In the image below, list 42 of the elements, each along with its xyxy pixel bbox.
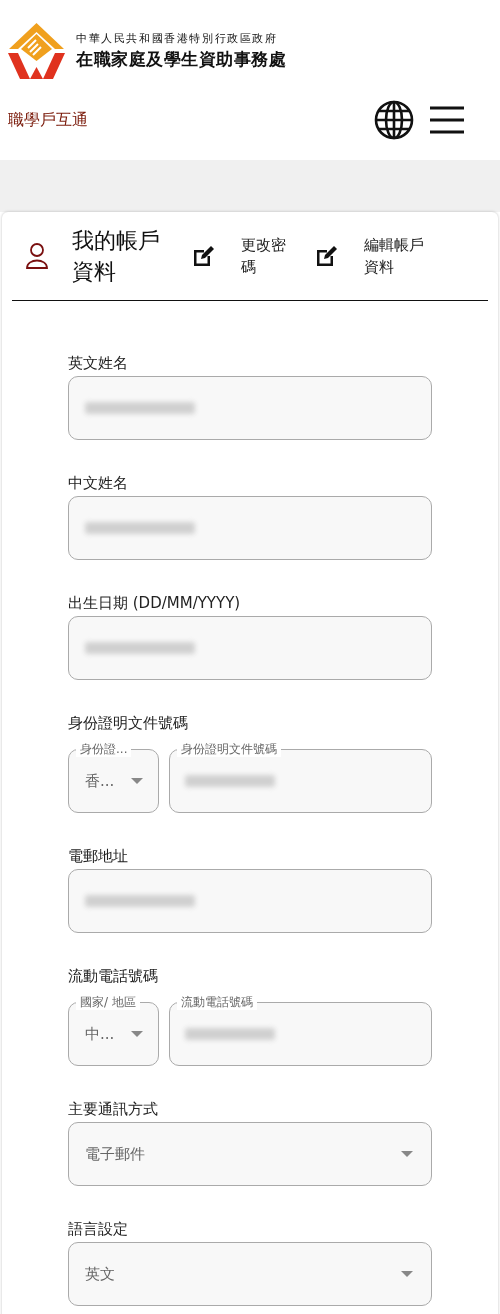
globe-icon[interactable] (374, 100, 414, 140)
selected-value: 中... (85, 1024, 115, 1044)
input-field[interactable] (68, 869, 432, 933)
input-field[interactable]: 身份證明文件號碼 (169, 739, 432, 813)
floating-label: 流動電話號碼 (177, 994, 257, 1010)
logo-icon (8, 23, 65, 79)
site-name[interactable]: 職學戶互通 (8, 109, 374, 131)
dropdown-caret-icon (401, 1151, 413, 1157)
action-link[interactable]: 編輯帳戶資料 (364, 234, 428, 278)
input-field[interactable] (68, 616, 432, 680)
field-label: 英文姓名 (68, 353, 129, 373)
selected-value: 電子郵件 (85, 1144, 145, 1164)
input-field[interactable]: 流動電話號碼 (169, 992, 432, 1066)
dropdown-field[interactable]: 英文 (68, 1242, 432, 1306)
dropdown-field[interactable]: 身份證... 香... (68, 739, 159, 813)
menu-icon[interactable] (430, 105, 464, 135)
page-title: 我的帳戶資料 (72, 227, 161, 286)
field-label: 主要通訊方式 (68, 1099, 159, 1119)
field-label: 電郵地址 (68, 846, 129, 866)
field-label: 流動電話號碼 (68, 966, 159, 986)
selected-value: 英文 (85, 1264, 115, 1284)
selected-value: 香... (85, 771, 115, 791)
dropdown-field[interactable]: 電子郵件 (68, 1122, 432, 1186)
user-icon (26, 242, 48, 270)
edit-icon[interactable] (192, 244, 215, 268)
dropdown-caret-icon (131, 1031, 143, 1037)
field-label: 語言設定 (68, 1219, 129, 1239)
action-link[interactable]: 更改密碼 (241, 234, 291, 278)
floating-label: 國家/ 地區 (76, 994, 140, 1010)
floating-label: 身份證明文件號碼 (177, 741, 281, 757)
edit-icon[interactable] (315, 244, 338, 268)
field-label: 中文姓名 (68, 473, 129, 493)
field-label: 身份證明文件號碼 (68, 713, 189, 733)
office-name: 在職家庭及學生資助事務處 (76, 48, 286, 71)
government-name: 中華人民共和國香港特別行政區政府 (76, 31, 279, 46)
input-field[interactable] (68, 496, 432, 560)
floating-label: 身份證... (76, 741, 132, 757)
field-label: 出生日期 (DD/MM/YYYY) (68, 593, 242, 613)
dropdown-caret-icon (131, 778, 143, 784)
input-field[interactable] (68, 376, 432, 440)
dropdown-caret-icon (401, 1271, 413, 1277)
dropdown-field[interactable]: 國家/ 地區 中... (68, 992, 159, 1066)
